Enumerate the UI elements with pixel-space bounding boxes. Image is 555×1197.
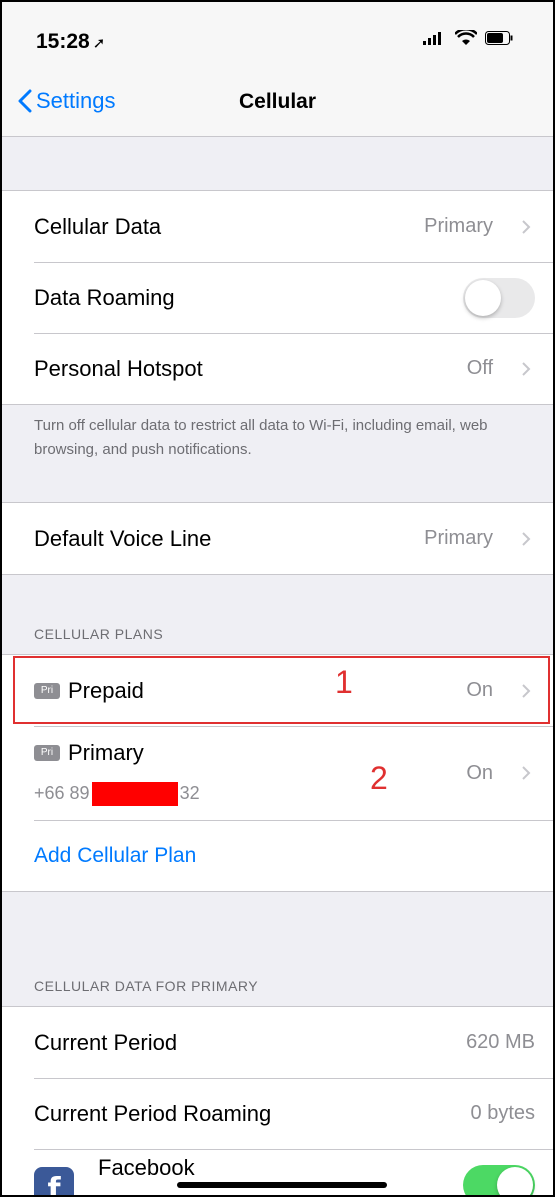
personal-hotspot-value: Off [466, 357, 493, 379]
battery-icon [485, 31, 513, 45]
current-period-roaming-value: 0 bytes [470, 1102, 535, 1124]
chevron-right-icon [522, 219, 531, 234]
status-icons [423, 30, 513, 46]
current-period-roaming-row: Current Period Roaming 0 bytes [2, 1078, 553, 1149]
chevron-right-icon [522, 361, 531, 376]
annotation-number-1: 1 [335, 664, 353, 700]
cellular-plans-header: CELLULAR PLANS [34, 626, 164, 642]
cellular-data-usage-header: CELLULAR DATA FOR PRIMARY [34, 978, 259, 994]
facebook-cellular-toggle[interactable] [463, 1164, 535, 1195]
navigation-bar: Settings Cellular [2, 76, 553, 137]
personal-hotspot-row[interactable]: Personal Hotspot Off [2, 333, 553, 404]
chevron-right-icon [522, 531, 531, 546]
default-voice-line-value: Primary [424, 527, 493, 549]
cellular-data-value: Primary [424, 215, 493, 237]
default-voice-line-label: Default Voice Line [34, 525, 212, 551]
primary-plan-row[interactable]: Pri Primary +66 89 32 On [2, 726, 553, 820]
signal-icon [423, 32, 441, 45]
chevron-right-icon [522, 766, 531, 780]
data-roaming-label: Data Roaming [34, 284, 175, 310]
current-period-row: Current Period 620 MB [2, 1007, 553, 1078]
voice-line-group: Default Voice Line Primary [2, 502, 553, 575]
facebook-icon: f [34, 1167, 74, 1195]
wifi-icon [455, 30, 477, 45]
location-arrow-icon: ➚ [92, 35, 106, 52]
default-voice-line-row[interactable]: Default Voice Line Primary [2, 503, 553, 574]
phone-screen: 15:28 ➚ Settings Cellular Cellular Data … [0, 0, 555, 1197]
current-period-value: 620 MB [466, 1031, 535, 1053]
annotation-number-2: 2 [370, 760, 388, 796]
primary-plan-label: Primary [68, 740, 144, 765]
sim-badge-icon: Pri [34, 745, 60, 761]
current-period-label: Current Period [34, 1029, 178, 1055]
annotation-highlight-box [13, 656, 550, 724]
primary-phone-number: +66 89 32 [34, 782, 200, 806]
toggle-knob [497, 1166, 533, 1195]
current-period-roaming-label: Current Period Roaming [34, 1100, 272, 1126]
cellular-data-row[interactable]: Cellular Data Primary [2, 191, 553, 262]
primary-plan-name: Pri Primary [34, 740, 144, 766]
page-title: Cellular [238, 90, 317, 113]
cellular-data-footer: Turn off cellular data to restrict all d… [34, 417, 488, 458]
home-indicator[interactable] [177, 1182, 387, 1188]
redaction-block [91, 782, 178, 806]
cellular-settings-group: Cellular Data Primary Data Roaming Perso… [2, 190, 553, 405]
data-roaming-toggle[interactable] [463, 277, 535, 318]
add-cellular-plan-link[interactable]: Add Cellular Plan [34, 844, 196, 868]
primary-plan-value: On [466, 761, 493, 784]
cellular-data-label: Cellular Data [34, 213, 162, 239]
cellular-usage-group: Current Period 620 MB Current Period Roa… [2, 1006, 553, 1195]
add-cellular-plan-row[interactable]: Add Cellular Plan [2, 820, 553, 891]
facebook-app-row: f Facebook [2, 1149, 553, 1195]
personal-hotspot-label: Personal Hotspot [34, 355, 203, 381]
status-time: 15:28 ➚ [36, 30, 106, 53]
facebook-label: Facebook [98, 1155, 195, 1180]
toggle-knob [465, 279, 501, 316]
data-roaming-row: Data Roaming [2, 262, 553, 333]
status-bar: 15:28 ➚ [2, 2, 553, 76]
